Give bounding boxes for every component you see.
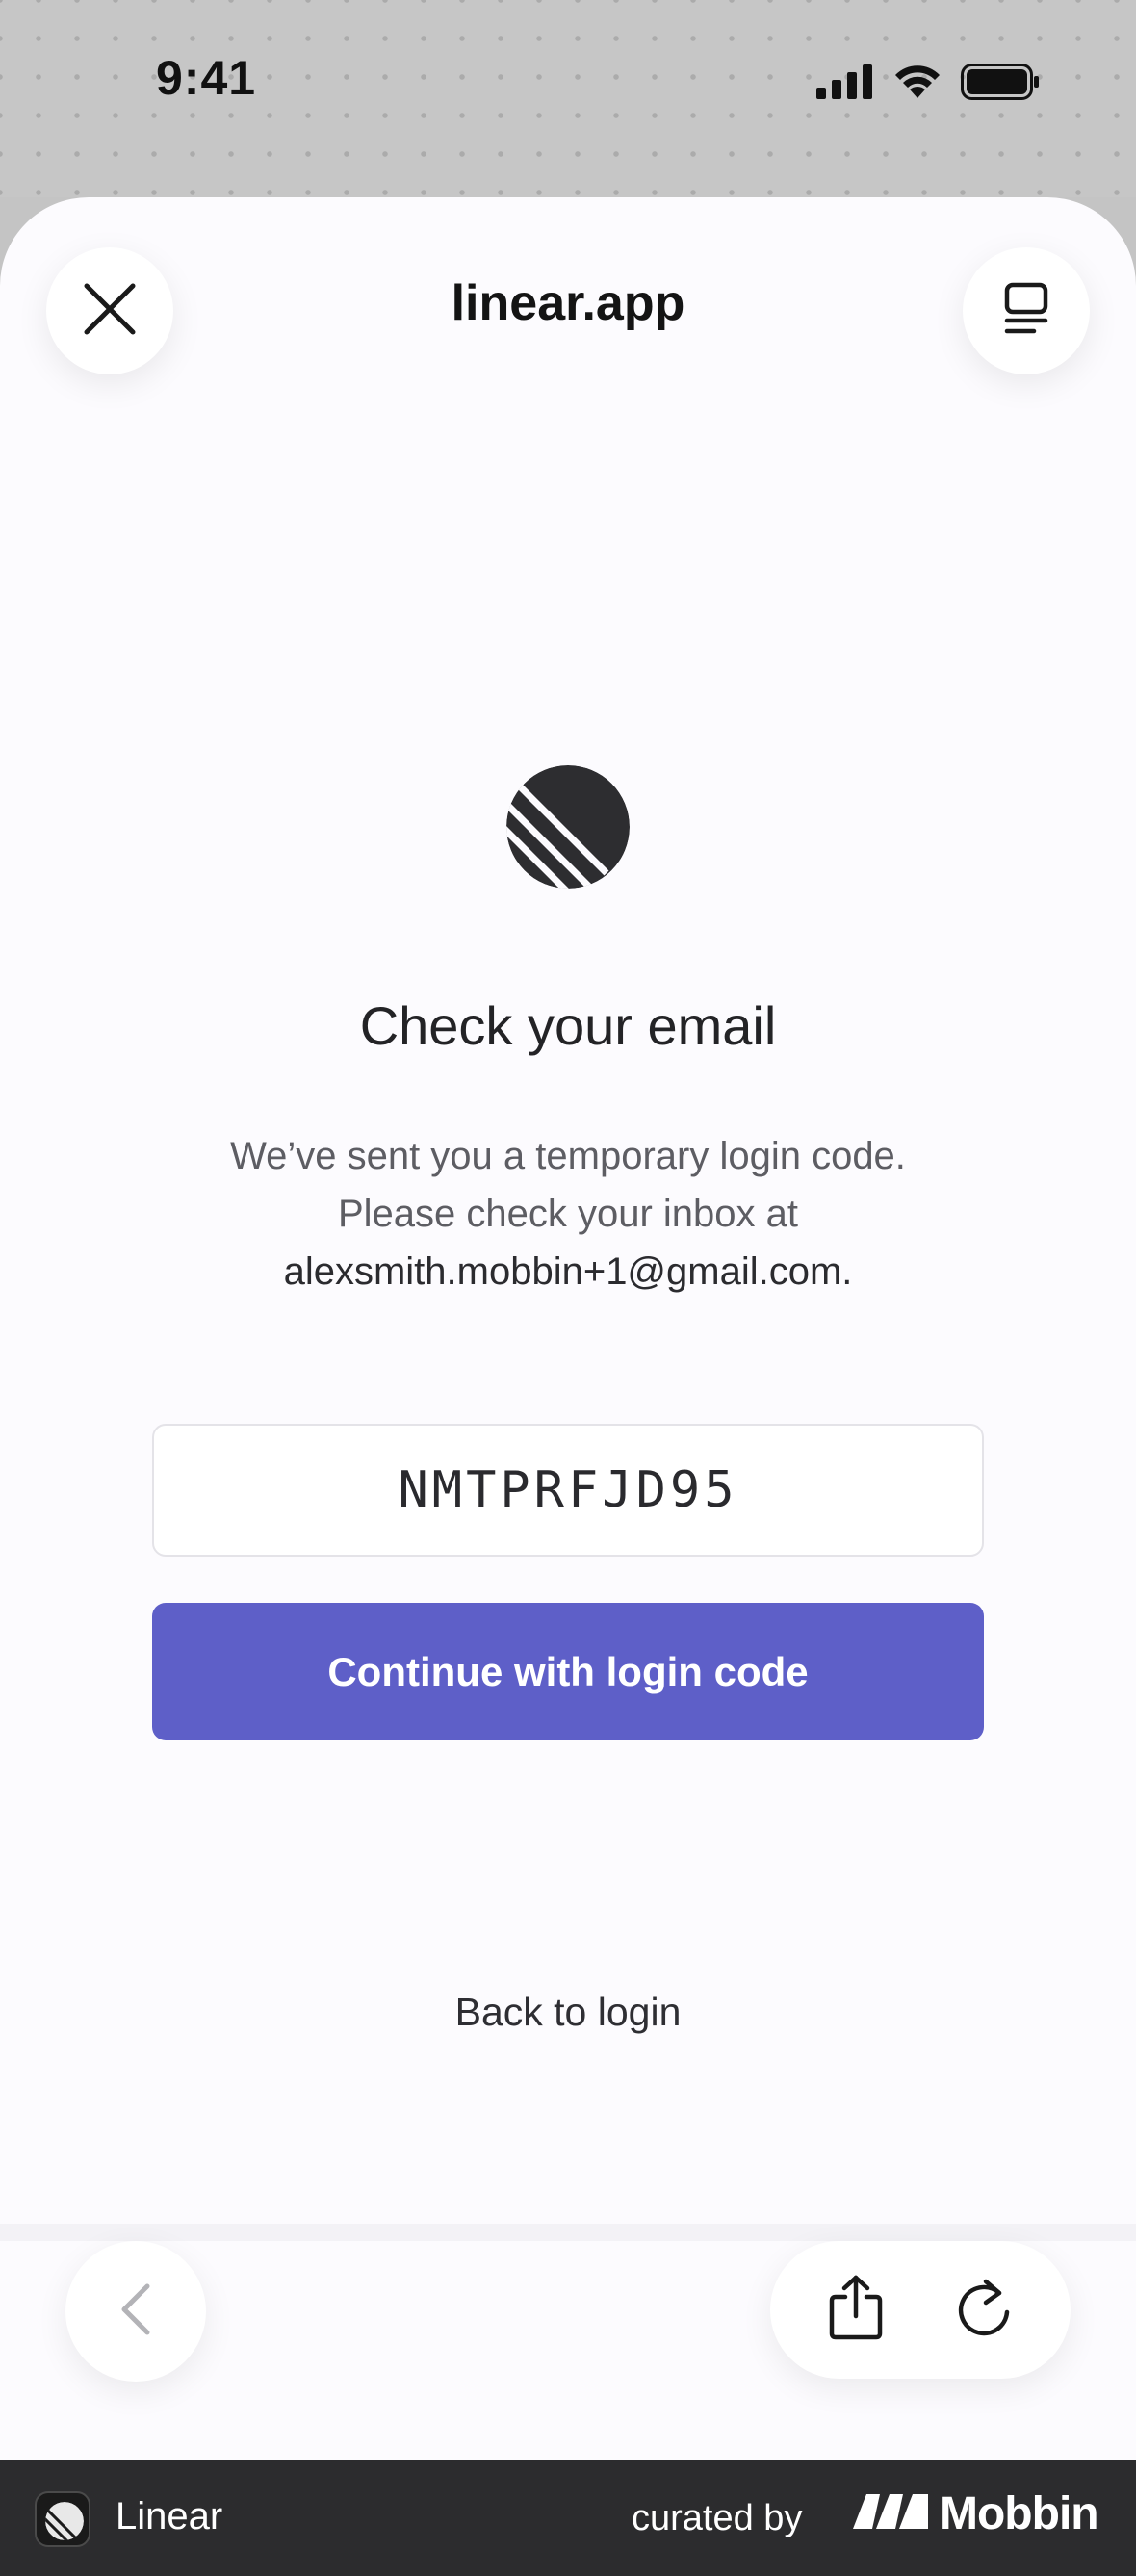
status-time: 9:41 — [156, 51, 257, 105]
toolbar-actions — [770, 2241, 1071, 2379]
tabs-icon — [1003, 282, 1049, 341]
reload-button[interactable] — [937, 2262, 1033, 2358]
mobbin-brand: Mobbin — [851, 2487, 1099, 2540]
browser-toolbar — [0, 2241, 1136, 2460]
back-to-login-link[interactable]: Back to login — [0, 1990, 1136, 2035]
continue-button[interactable]: Continue with login code — [152, 1603, 984, 1740]
tabs-button[interactable] — [963, 247, 1090, 374]
toolbar-divider — [0, 2224, 1136, 2241]
share-icon — [828, 2274, 884, 2346]
chevron-left-icon — [116, 2280, 155, 2343]
app-icon — [35, 2491, 90, 2547]
status-bar: 9:41 — [0, 0, 1136, 197]
cellular-signal-icon — [816, 64, 874, 104]
share-button[interactable] — [808, 2262, 904, 2358]
wifi-icon — [891, 64, 943, 105]
linear-logo-icon — [506, 765, 630, 889]
mobbin-footer: Linear curated by Mobbin — [0, 2460, 1136, 2576]
login-code-input[interactable] — [152, 1424, 984, 1557]
footer-brand-name: Mobbin — [940, 2488, 1099, 2539]
description-line-2: Please check your inbox at — [337, 1193, 799, 1235]
footer-curated-label: curated by — [632, 2498, 803, 2538]
description: We’ve sent you a temporary login code. P… — [96, 1127, 1040, 1301]
reload-icon — [955, 2276, 1015, 2344]
page-heading: Check your email — [359, 995, 777, 1056]
back-button[interactable] — [65, 2241, 206, 2382]
description-line-1: We’ve sent you a temporary login code. — [230, 1135, 906, 1177]
battery-icon — [961, 64, 1040, 105]
status-icons — [816, 64, 1040, 105]
email-address: alexsmith.mobbin+1@gmail.com. — [283, 1250, 853, 1293]
browser-sheet: linear.app Check your email We’ve sent y… — [0, 197, 1136, 2460]
footer-app-name: Linear — [116, 2495, 223, 2537]
mobbin-logo-icon — [851, 2490, 932, 2537]
